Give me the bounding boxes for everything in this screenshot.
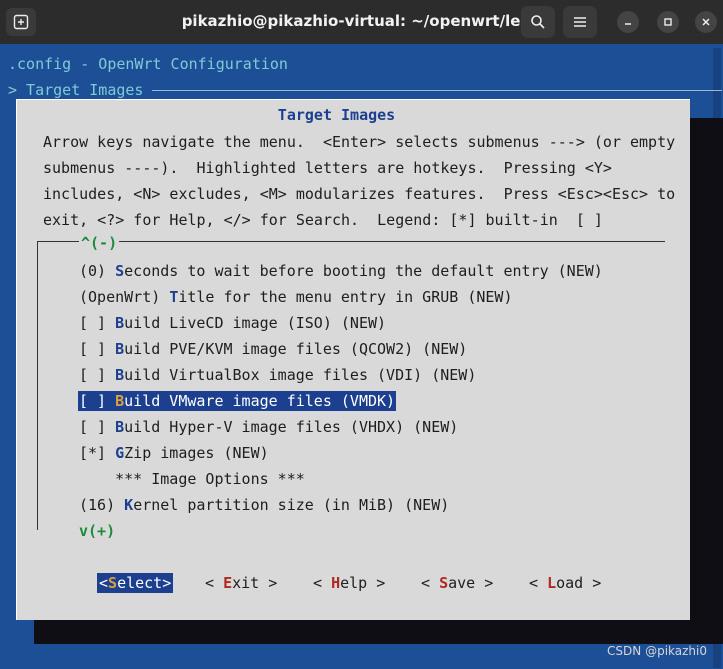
menu-item-label: uild Hyper-V image files (VHDX) (NEW) xyxy=(124,418,459,436)
window-title: pikazhio@pikazhio-virtual: ~/openwrt/led… xyxy=(181,12,542,30)
breadcrumb: > Target Images xyxy=(8,81,144,99)
button-rest: elect xyxy=(117,574,163,592)
button-hot: S xyxy=(108,574,118,592)
menu-item-prefix: [ ] xyxy=(79,314,116,332)
menu-item[interactable]: [ ] Build PVE/KVM image files (QCOW2) (N… xyxy=(79,339,467,359)
close-icon xyxy=(702,18,710,26)
menu-item[interactable]: (0) Seconds to wait before booting the d… xyxy=(79,261,603,281)
menu-item-label: ernel partition size (in MiB) (NEW) xyxy=(133,496,450,514)
config-header: .config - OpenWrt Configuration xyxy=(8,55,288,73)
help-button[interactable]: < Help > xyxy=(313,573,385,593)
menu-item-label: uild PVE/KVM image files (QCOW2) (NEW) xyxy=(124,340,468,358)
maximize-icon xyxy=(664,18,672,26)
button-left: < xyxy=(421,574,440,592)
menu-item[interactable]: (16) Kernel partition size (in MiB) (NEW… xyxy=(79,495,449,515)
button-rest: ave xyxy=(448,574,476,592)
button-right: > xyxy=(475,574,494,592)
menu-item-prefix: [ ] xyxy=(79,340,116,358)
minimize-button[interactable] xyxy=(617,11,639,33)
save-button[interactable]: < Save > xyxy=(421,573,493,593)
button-right: > xyxy=(367,574,386,592)
menu-item-hotkey: K xyxy=(124,496,134,514)
scroll-down-indicator: v(+) xyxy=(79,522,116,540)
button-left: < xyxy=(529,574,548,592)
menu-item-hotkey: T xyxy=(169,288,179,306)
menu-item-prefix: [ ] xyxy=(79,392,116,410)
help-line: includes, <N> excludes, <M> modularizes … xyxy=(43,185,676,203)
menu-item[interactable]: [ ] Build VirtualBox image files (VDI) (… xyxy=(79,365,476,385)
menu-item[interactable]: [ ] Build LiveCD image (ISO) (NEW) xyxy=(79,313,386,333)
minimize-icon xyxy=(625,23,631,25)
hamburger-menu-icon xyxy=(574,17,586,27)
menu-item-prefix xyxy=(79,470,115,488)
menu-item-label: uild LiveCD image (ISO) (NEW) xyxy=(124,314,387,332)
header-divider xyxy=(152,90,722,91)
watermark: CSDN @pikazhi0 xyxy=(607,644,707,658)
menu-item-label: Zip images (NEW) xyxy=(124,444,269,462)
menu-item-prefix: [ ] xyxy=(79,366,116,384)
close-button[interactable] xyxy=(695,11,717,33)
menu-item-hotkey: B xyxy=(115,392,125,410)
menu-item-label: itle for the menu entry in GRUB (NEW) xyxy=(178,288,513,306)
button-hot: L xyxy=(547,574,557,592)
button-right: > xyxy=(583,574,602,592)
button-hot: E xyxy=(223,574,233,592)
menu-item-hotkey: B xyxy=(115,418,125,436)
button-rest: xit xyxy=(232,574,260,592)
button-hot: H xyxy=(331,574,341,592)
menu-item[interactable]: (OpenWrt) Title for the menu entry in GR… xyxy=(79,287,512,307)
menu-item-prefix: [*] xyxy=(79,444,116,462)
dialog-title: Target Images xyxy=(277,106,396,124)
menu-item-label: uild VirtualBox image files (VDI) (NEW) xyxy=(124,366,477,384)
help-line: submenus ----). Highlighted letters are … xyxy=(43,159,612,177)
menu-item-label: *** Image Options *** xyxy=(115,470,305,488)
menu-item-label: uild VMware image files (VMDK) xyxy=(124,392,396,410)
menu-item[interactable]: [ ] Build Hyper-V image files (VHDX) (NE… xyxy=(79,417,458,437)
menu-item-prefix: (OpenWrt) xyxy=(79,288,170,306)
menu-item[interactable]: [*] GZip images (NEW) xyxy=(79,443,269,463)
button-right: > xyxy=(162,574,172,592)
scroll-up-indicator: ^(-) xyxy=(79,234,120,252)
search-button[interactable] xyxy=(521,6,555,38)
menu-item-hotkey: B xyxy=(115,314,125,332)
menu-item-hotkey: B xyxy=(115,366,125,384)
help-line: Arrow keys navigate the menu. <Enter> se… xyxy=(43,133,676,151)
menu-item-prefix: (0) xyxy=(79,262,116,280)
load-button[interactable]: < Load > xyxy=(529,573,601,593)
menu-item-prefix: (16) xyxy=(79,496,125,514)
menu-item-hotkey: S xyxy=(115,262,125,280)
button-rest: oad xyxy=(556,574,584,592)
button-left: < xyxy=(313,574,332,592)
title-bar: pikazhio@pikazhio-virtual: ~/openwrt/led… xyxy=(0,0,723,44)
menu-item[interactable]: [ ] Build VMware image files (VMDK) xyxy=(78,391,397,411)
menu-item-prefix: [ ] xyxy=(79,418,116,436)
button-rest: elp xyxy=(340,574,368,592)
menu-button[interactable] xyxy=(563,6,597,38)
button-left: < xyxy=(99,574,109,592)
search-icon xyxy=(531,15,545,29)
menu-item-hotkey: G xyxy=(115,444,125,462)
menu-item-hotkey: B xyxy=(115,340,125,358)
exit-button[interactable]: < Exit > xyxy=(205,573,277,593)
button-left: < xyxy=(205,574,224,592)
button-hot: S xyxy=(439,574,449,592)
maximize-button[interactable] xyxy=(657,11,679,33)
menu-item[interactable]: *** Image Options *** xyxy=(79,469,305,489)
button-right: > xyxy=(259,574,278,592)
menu-item-label: econds to wait before booting the defaul… xyxy=(124,262,603,280)
help-line: exit, <?> for Help, </> for Search. Lege… xyxy=(43,211,603,229)
select-button[interactable]: <Select> xyxy=(97,573,174,593)
